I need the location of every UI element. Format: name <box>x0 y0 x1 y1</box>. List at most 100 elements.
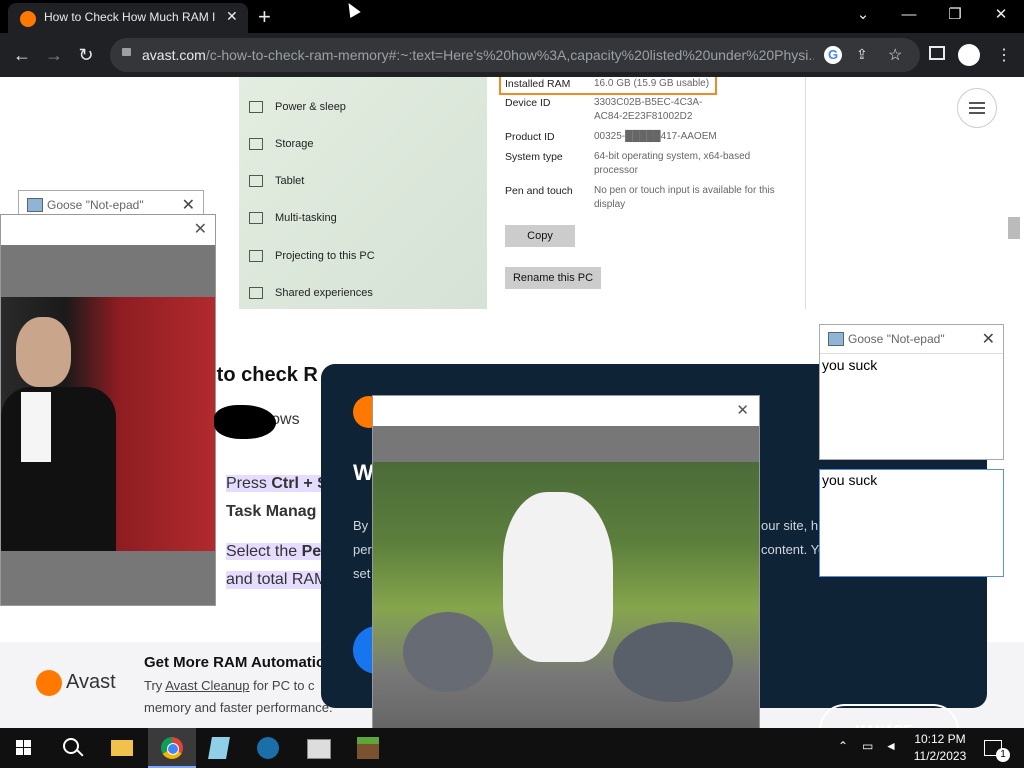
new-tab-button[interactable]: + <box>258 4 271 30</box>
settings-sidebar: Power & sleep Storage Tablet Multi-taski… <box>239 77 487 309</box>
goose-desktop-pet-icon[interactable] <box>214 405 276 439</box>
notepad-textarea[interactable]: you suck <box>820 470 1003 576</box>
steam-icon[interactable] <box>244 728 292 768</box>
avast-cleanup-link[interactable]: Avast Cleanup <box>165 678 249 693</box>
article-step: Press Ctrl + S <box>226 475 328 492</box>
goose-window-titlebar: Goose "Not-epad" ✕ <box>820 325 1003 354</box>
tab-search-icon[interactable]: ⌄ <box>840 0 886 30</box>
web-page: Power & sleep Storage Tablet Multi-taski… <box>0 77 1024 728</box>
share-icon[interactable]: ⇪ <box>856 46 868 63</box>
goose-gif-window[interactable]: ✕ <box>372 395 760 728</box>
start-button[interactable] <box>0 728 48 768</box>
photo-shirt <box>21 392 51 462</box>
gif-goose <box>503 492 613 662</box>
meme-window-close-icon[interactable]: ✕ <box>194 219 207 239</box>
settings-screenshot-image: Power & sleep Storage Tablet Multi-taski… <box>239 77 806 309</box>
notepad-text: you suck <box>822 472 878 488</box>
minimize-button[interactable]: — <box>886 0 932 30</box>
notepad-textarea[interactable]: you suck <box>820 355 1003 459</box>
avast-logo-icon <box>36 670 62 696</box>
notification-count-badge: 1 <box>996 748 1010 762</box>
address-bar[interactable]: avast.com/c-how-to-check-ram-memory#:~:t… <box>110 38 920 72</box>
gif-pigeon <box>403 612 493 692</box>
bookmark-star-icon[interactable]: ☆ <box>888 45 902 65</box>
volume-muted-icon[interactable]: ◄ <box>885 739 897 753</box>
projector-icon <box>249 250 263 263</box>
reload-icon[interactable]: ↻ <box>74 43 98 67</box>
modal-text: per <box>353 542 372 557</box>
goose-window-close-icon[interactable]: ✕ <box>982 329 995 349</box>
promo-headline: Get More RAM Automatic <box>144 654 325 671</box>
goose-window-title: Goose "Not-epad" <box>848 332 945 346</box>
clock-time[interactable]: 10:12 PM <box>912 732 968 746</box>
meme-photo <box>1 297 215 551</box>
rename-pc-button: Rename this PC <box>505 267 601 289</box>
forward-arrow-icon[interactable]: → <box>42 43 66 67</box>
promo-text: Try Avast Cleanup for PC to c <box>144 678 315 693</box>
clock-date[interactable]: 11/2/2023 <box>912 749 968 763</box>
settings-item: Projecting to this PC <box>249 250 375 263</box>
goose-notepad-window[interactable]: Goose "Not-epad" ✕ you suck <box>819 324 1004 460</box>
settings-item: Shared experiences <box>249 287 373 300</box>
spec-value: 16.0 GB (15.9 GB usable) <box>594 78 710 89</box>
close-window-button[interactable]: ✕ <box>978 0 1024 30</box>
tab-close-icon[interactable]: ✕ <box>226 8 238 25</box>
article-heading: y to check R <box>200 364 318 386</box>
menu-kebab-icon[interactable]: ⋮ <box>996 45 1012 65</box>
windows-taskbar: ⌃ ▭ ◄ 10:12 PM 11/2/2023 1 <box>0 728 1024 768</box>
device-specs: Installed RAM 16.0 GB (15.9 GB usable) D… <box>487 77 806 309</box>
settings-item: Storage <box>249 138 314 151</box>
url-text: avast.com/c-how-to-check-ram-memory#:~:t… <box>142 47 814 63</box>
notepad-icon <box>828 332 844 346</box>
side-panel-icon[interactable] <box>929 46 945 60</box>
scrollbar-thumb[interactable] <box>1008 217 1020 239</box>
modal-heading: W <box>353 460 374 485</box>
manage-button[interactable]: MANAGE... <box>819 704 959 728</box>
settings-item: Multi-tasking <box>249 212 337 225</box>
goose-window-title: Goose "Not-epad" <box>47 198 144 212</box>
restore-button[interactable]: ❐ <box>932 0 978 30</box>
tablet-icon <box>249 175 263 188</box>
article-step: and total RAM <box>226 571 328 589</box>
table-of-contents-button[interactable] <box>957 88 997 128</box>
browser-toolbar: ← → ↻ avast.com/c-how-to-check-ram-memor… <box>0 33 1024 77</box>
minecraft-icon[interactable] <box>344 728 392 768</box>
settings-item: Tablet <box>249 175 304 188</box>
chrome-icon[interactable] <box>148 728 196 768</box>
app-window-icon[interactable] <box>294 728 342 768</box>
file-explorer-icon[interactable] <box>98 728 146 768</box>
promo-text: memory and faster performance. <box>144 700 333 715</box>
spec-value: 64-bit operating system, x64-based proce… <box>594 151 751 176</box>
browser-tab[interactable]: How to Check How Much RAM I ✕ <box>8 3 248 33</box>
back-arrow-icon[interactable]: ← <box>10 43 34 67</box>
modal-text: By <box>353 518 369 533</box>
goose-meme-window[interactable]: ✕ <box>0 214 216 606</box>
search-icon[interactable] <box>48 728 96 768</box>
spec-label: Installed RAM <box>505 78 571 90</box>
avast-logo-text: Avast <box>66 671 116 693</box>
goose-notepad-window-focused[interactable]: you suck <box>819 469 1004 577</box>
profile-avatar-icon[interactable] <box>958 44 980 66</box>
network-icon[interactable]: ▭ <box>862 739 873 753</box>
google-lens-icon[interactable]: G <box>824 46 842 64</box>
modal-text: content. Yo <box>761 542 826 557</box>
copy-button: Copy <box>505 225 575 247</box>
article-step: Select the Pe <box>226 543 322 560</box>
spec-label: System type <box>505 151 563 163</box>
modal-text: our site, h <box>761 518 819 533</box>
multitask-icon <box>249 212 263 225</box>
goose-gif-image <box>373 462 759 728</box>
spec-label: Product ID <box>505 131 555 143</box>
modal-text: set <box>353 566 371 581</box>
tray-chevron-icon[interactable]: ⌃ <box>838 739 848 753</box>
spec-value: 3303C02B-B5EC-4C3A-AC84-2E23F81002D2 <box>594 97 703 122</box>
gif-window-close-icon[interactable]: ✕ <box>736 401 749 419</box>
article-step: Task Manag <box>226 503 317 520</box>
goose-window-close-icon[interactable]: ✕ <box>182 195 195 215</box>
photo-suit <box>1 387 116 551</box>
shared-icon <box>249 287 263 300</box>
notepad-taskbar-icon[interactable] <box>196 728 244 768</box>
gif-window-titlebar: ✕ <box>373 396 759 426</box>
spec-label: Pen and touch <box>505 185 573 197</box>
notepad-icon <box>27 198 43 212</box>
